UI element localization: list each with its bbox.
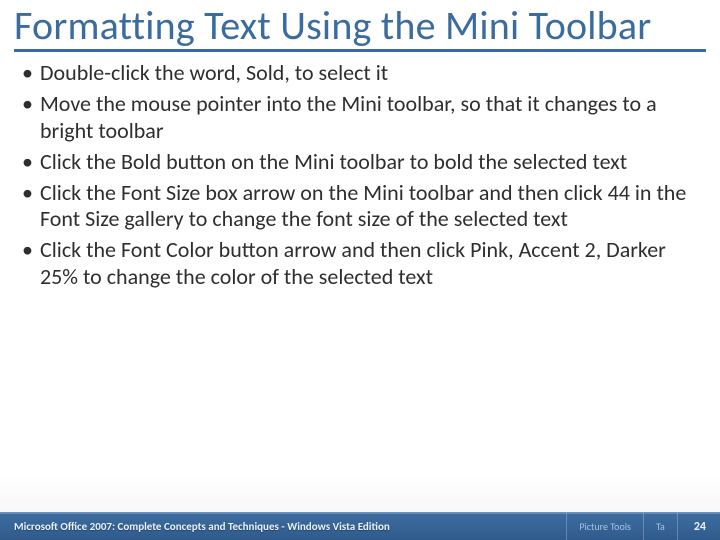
footer-text: Microsoft Office 2007: Complete Concepts… [14,520,390,533]
footer-bar: Microsoft Office 2007: Complete Concepts… [0,512,720,540]
slide: Formatting Text Using the Mini Toolbar D… [0,0,720,540]
title-container: Formatting Text Using the Mini Toolbar [0,0,720,52]
bullet-list: Double-click the word, Sold, to select i… [18,60,702,291]
slide-title: Formatting Text Using the Mini Toolbar [14,4,706,52]
footer-segment: Picture Tools [566,513,643,540]
slide-body: Double-click the word, Sold, to select i… [0,52,720,291]
bullet-item: Click the Font Color button arrow and th… [18,237,702,291]
bullet-item: Double-click the word, Sold, to select i… [18,60,702,87]
bullet-item: Click the Font Size box arrow on the Min… [18,180,702,234]
page-number: 24 [677,513,706,540]
bullet-item: Click the Bold button on the Mini toolba… [18,149,702,176]
footer-segments: Picture Tools Ta 24 [566,513,706,540]
bullet-item: Move the mouse pointer into the Mini too… [18,91,702,145]
footer-segment: Ta [643,513,677,540]
